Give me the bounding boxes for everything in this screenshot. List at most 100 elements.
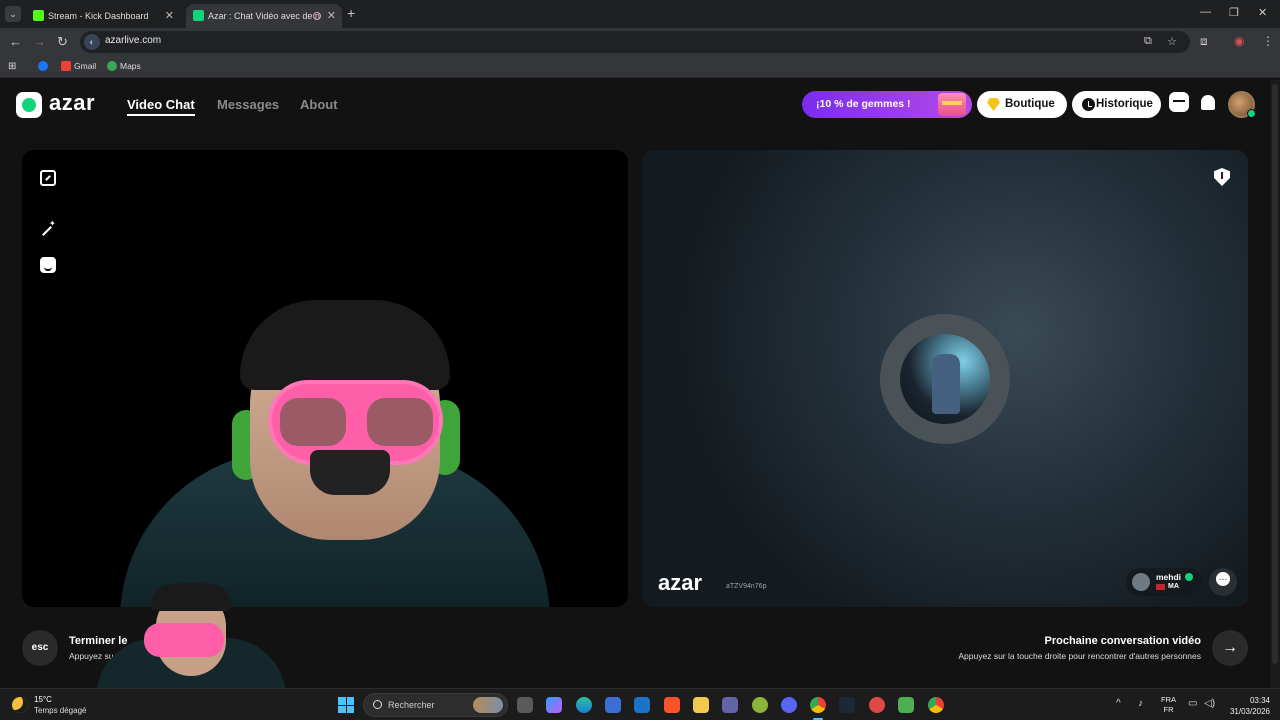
browser-toolbar: ← → ↻ ◐ azarlive.com ⧉ ☆ ⧈ ◉ ⋮ — [0, 28, 1280, 56]
shop-label: Boutique — [1005, 98, 1055, 110]
chat-bubble-icon[interactable] — [1209, 568, 1237, 596]
remote-user-chip[interactable]: mehdi MA — [1126, 568, 1202, 596]
site-info-icon[interactable]: ◐ — [84, 34, 100, 50]
gmail-icon — [61, 61, 71, 71]
bookmark-star-icon[interactable]: ☆ — [1167, 35, 1177, 48]
tab-title: Azar : Chat Vidéo avec de n — [208, 11, 320, 21]
network-icon[interactable]: ▭ — [1188, 698, 1197, 709]
language-indicator[interactable]: FRA FR — [1161, 695, 1176, 715]
country-code: MA — [1168, 583, 1179, 590]
remote-video-panel: azar aTZV94n76p mehdi MA — [642, 150, 1248, 607]
remote-profile-photo — [900, 334, 990, 424]
end-chat-button[interactable]: esc — [22, 630, 58, 666]
search-highlight-image — [473, 697, 503, 713]
store-icon[interactable] — [605, 697, 621, 713]
treasure-chest-icon — [938, 93, 966, 116]
teams-icon[interactable] — [722, 697, 738, 713]
close-window-icon[interactable]: ✕ — [1258, 6, 1267, 19]
close-tab-icon[interactable]: ✕ — [165, 4, 174, 28]
next-chat-subtitle: Appuyez sur la touche droite pour rencon… — [958, 651, 1201, 661]
stream-webcam-overlay — [96, 583, 286, 693]
close-tab-icon[interactable]: ✕ — [327, 4, 336, 28]
local-video-panel — [22, 150, 628, 607]
maps-icon — [107, 61, 117, 71]
tab-azar[interactable]: Azar : Chat Vidéo avec de n ✕ — [186, 4, 342, 28]
outlook-icon[interactable] — [634, 697, 650, 713]
extensions-icon[interactable]: ⧈ — [1200, 34, 1208, 49]
file-explorer-icon[interactable] — [693, 697, 709, 713]
nav-about[interactable]: About — [300, 97, 338, 112]
promo-text: ¡10 % de gemmes ! — [816, 98, 911, 110]
tab-search-button[interactable]: ⌄ — [5, 6, 21, 22]
fit-screen-icon[interactable] — [40, 170, 56, 186]
restore-icon[interactable]: ❐ — [1229, 6, 1239, 19]
nav-messages[interactable]: Messages — [217, 97, 279, 112]
remote-watermark: azar — [658, 570, 703, 595]
back-icon[interactable]: ← — [9, 34, 22, 50]
reload-icon[interactable]: ↻ — [57, 34, 68, 50]
diamond-icon — [987, 98, 1000, 111]
nav-video-chat[interactable]: Video Chat — [127, 97, 195, 116]
tray-overflow-icon[interactable]: ^ — [1116, 698, 1121, 709]
microphone-icon[interactable]: ♪ — [1138, 698, 1143, 709]
edge-icon[interactable] — [576, 697, 592, 713]
discord-icon[interactable] — [781, 697, 797, 713]
windows-start-icon[interactable] — [338, 697, 354, 713]
tab-title: Stream - Kick Dashboard — [48, 11, 149, 21]
app-icon[interactable] — [869, 697, 885, 713]
local-camera-feed — [120, 300, 550, 607]
chrome-icon[interactable] — [810, 697, 826, 713]
menu-icon[interactable]: ⋮ — [1262, 34, 1274, 48]
app-icon[interactable] — [752, 697, 768, 713]
gems-promo-button[interactable]: ¡10 % de gemmes ! — [802, 91, 972, 118]
inbox-icon[interactable] — [1169, 92, 1189, 112]
bell-icon[interactable] — [1201, 95, 1215, 110]
browser-tab-bar: ⌄ Stream - Kick Dashboard ✕ Azar : Chat … — [0, 0, 1280, 28]
chrome-icon[interactable] — [928, 697, 944, 713]
verified-icon — [1185, 573, 1193, 581]
face-filter-icon[interactable] — [40, 257, 56, 273]
weather-status[interactable]: Temps dégagé — [34, 706, 86, 715]
weather-temperature[interactable]: 15°C — [34, 695, 52, 704]
tab-kick-dashboard[interactable]: Stream - Kick Dashboard ✕ — [26, 4, 180, 28]
magic-wand-icon[interactable] — [40, 219, 56, 238]
logo-text: azar — [49, 90, 96, 115]
next-chat-button[interactable]: → — [1212, 630, 1248, 666]
shop-button[interactable]: Boutique — [977, 91, 1067, 118]
remote-user-name: mehdi — [1156, 572, 1182, 582]
next-chat-title: Prochaine conversation vidéo — [1044, 635, 1202, 647]
profile-icon[interactable]: ◉ — [1234, 34, 1244, 48]
azar-logo-icon — [16, 92, 42, 118]
copilot-icon[interactable] — [546, 697, 562, 713]
remote-avatar — [1132, 573, 1150, 591]
minimize-icon[interactable]: — — [1200, 6, 1211, 18]
morocco-flag-icon — [1156, 584, 1165, 590]
volume-icon[interactable]: ◁) — [1204, 698, 1215, 709]
bookmarks-bar: ⊞ Gmail Maps — [0, 56, 1280, 78]
apps-grid-icon[interactable]: ⊞ — [8, 61, 16, 72]
online-status-dot — [1247, 109, 1256, 118]
history-button[interactable]: Historique — [1072, 91, 1161, 118]
address-bar[interactable]: ◐ azarlive.com ⧉ ☆ — [80, 31, 1190, 53]
kick-icon — [33, 10, 44, 21]
bookmark-maps[interactable]: Maps — [107, 61, 141, 71]
taskbar-search[interactable]: Rechercher — [363, 693, 508, 717]
recording-icon — [313, 12, 321, 20]
facebook-icon — [38, 61, 48, 71]
search-icon — [373, 700, 382, 709]
system-clock[interactable]: 03:34 31/03/2026 — [1222, 695, 1270, 717]
bookmark-facebook[interactable] — [38, 61, 51, 71]
clock-icon — [1082, 98, 1095, 111]
cast-icon[interactable]: ⧉ — [1144, 35, 1152, 48]
windows-taskbar: 15°C Temps dégagé Rechercher ^ ♪ FRA FR … — [0, 688, 1280, 720]
steam-icon[interactable] — [839, 697, 855, 713]
task-view-icon[interactable] — [517, 697, 533, 713]
kick-studio-icon[interactable] — [898, 697, 914, 713]
forward-icon[interactable]: → — [33, 34, 46, 50]
history-label: Historique — [1096, 98, 1153, 110]
new-tab-button[interactable]: + — [347, 5, 355, 21]
page-scrollbar[interactable] — [1270, 80, 1280, 688]
brave-icon[interactable] — [664, 697, 680, 713]
azar-icon — [193, 10, 204, 21]
bookmark-gmail[interactable]: Gmail — [61, 61, 96, 71]
